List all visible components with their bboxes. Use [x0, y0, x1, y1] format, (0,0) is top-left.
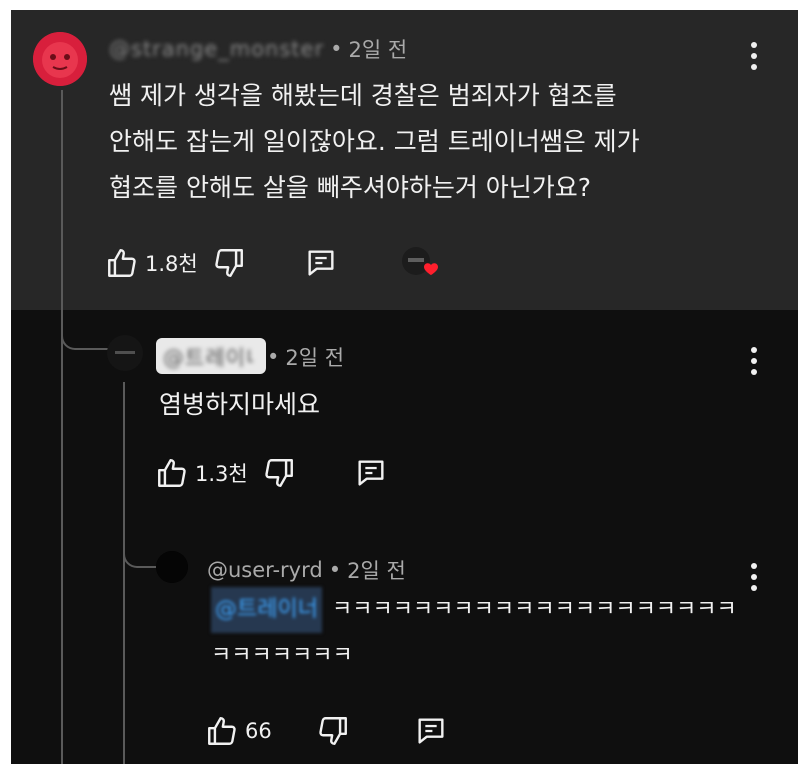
more-button[interactable] — [749, 563, 759, 593]
reply-text: @트레이너 ㅋㅋㅋㅋㅋㅋㅋㅋㅋㅋㅋㅋㅋㅋㅋㅋㅋㅋㅋㅋ ㅋㅋㅋㅋㅋㅋㅋ — [211, 587, 737, 679]
timestamp[interactable]: 2일 전 — [285, 342, 344, 372]
timestamp[interactable]: 2일 전 — [348, 34, 407, 64]
separator-dot: • — [267, 345, 280, 369]
avatar[interactable] — [107, 335, 143, 371]
thread-connector-reply — [123, 530, 159, 568]
avatar-image — [156, 551, 188, 583]
more-dot — [751, 574, 757, 580]
thumbs-down-icon — [319, 717, 347, 745]
mention-link[interactable]: @트레이너 — [211, 587, 322, 633]
timestamp[interactable]: 2일 전 — [347, 555, 406, 585]
reply-line-text: ㅋㅋㅋㅋㅋㅋㅋㅋㅋㅋㅋㅋㅋㅋㅋㅋㅋㅋㅋㅋ — [331, 597, 737, 622]
more-vertical-icon — [751, 347, 757, 353]
like-button[interactable]: 1.3천 — [155, 456, 248, 490]
more-vertical-icon — [751, 563, 757, 569]
comment-reply-icon — [308, 250, 334, 276]
reply-button[interactable] — [304, 246, 338, 280]
author-name[interactable]: @strange_monster — [109, 37, 324, 61]
comment-reply-icon — [418, 718, 444, 744]
comment-text: 쌤 제가 생각을 해봤는데 경찰은 범죄자가 협조를 안해도 잡는게 일이잖아요… — [109, 73, 640, 211]
reply-meta: @user-ryrd • 2일 전 — [207, 555, 406, 585]
avatar-image — [107, 335, 143, 371]
like-count: 1.3천 — [195, 462, 248, 486]
comments-panel: @strange_monster • 2일 전 쌤 제가 생각을 해봤는데 경찰… — [11, 10, 798, 764]
more-button[interactable] — [749, 42, 759, 72]
heart-icon — [401, 247, 438, 275]
thumbs-down-icon — [215, 249, 243, 277]
more-dot — [751, 358, 757, 364]
more-dot — [751, 585, 757, 591]
more-dot — [751, 53, 757, 59]
avatar[interactable] — [33, 32, 87, 86]
avatar-image — [33, 32, 87, 86]
comment-reply-icon — [358, 460, 384, 486]
reply-actions: 66 — [205, 714, 448, 748]
comment-meta: @strange_monster • 2일 전 — [109, 34, 407, 64]
thumbs-down-icon — [265, 459, 293, 487]
author-name[interactable]: @user-ryrd — [207, 558, 323, 582]
more-dot — [751, 64, 757, 70]
comment-actions: 1.8천 — [105, 243, 444, 283]
thumbs-up-icon — [158, 459, 186, 487]
thread-connector — [61, 310, 109, 350]
thumbs-up-icon — [208, 717, 236, 745]
dislike-button[interactable] — [262, 456, 296, 490]
reply-line: ㅋㅋㅋㅋㅋㅋㅋ — [211, 643, 353, 668]
like-count: 66 — [245, 719, 272, 743]
author-name[interactable]: @트레이너 — [163, 342, 253, 372]
comment-line: 쌤 제가 생각을 해봤는데 경찰은 범죄자가 협조를 — [109, 81, 617, 110]
avatar[interactable] — [156, 551, 188, 583]
more-vertical-icon — [751, 42, 757, 48]
comment-line: 협조를 안해도 살을 빼주셔야하는거 아닌가요? — [109, 173, 592, 202]
thread-line — [61, 90, 63, 764]
separator-dot: • — [330, 37, 343, 61]
separator-dot: • — [328, 558, 342, 582]
reply-actions: 1.3천 — [155, 456, 388, 490]
reply-button[interactable] — [414, 714, 448, 748]
reply-meta: @트레이너 • 2일 전 — [163, 342, 344, 372]
thread-line-reply — [123, 382, 125, 764]
more-dot — [751, 369, 757, 375]
like-count: 1.8천 — [145, 252, 198, 276]
reply-button[interactable] — [354, 456, 388, 490]
like-button[interactable]: 66 — [205, 714, 272, 748]
creator-heart — [398, 243, 444, 283]
more-button[interactable] — [749, 347, 759, 377]
like-button[interactable]: 1.8천 — [105, 246, 198, 280]
comment-line: 안해도 잡는게 일이잖아요. 그럼 트레이너쌤은 제가 — [109, 127, 640, 156]
dislike-button[interactable] — [212, 246, 246, 280]
reply-line: @트레이너 ㅋㅋㅋㅋㅋㅋㅋㅋㅋㅋㅋㅋㅋㅋㅋㅋㅋㅋㅋㅋ — [211, 587, 737, 633]
reply-text: 염병하지마세요 — [159, 390, 321, 419]
dislike-button[interactable] — [316, 714, 350, 748]
thumbs-up-icon — [108, 249, 136, 277]
